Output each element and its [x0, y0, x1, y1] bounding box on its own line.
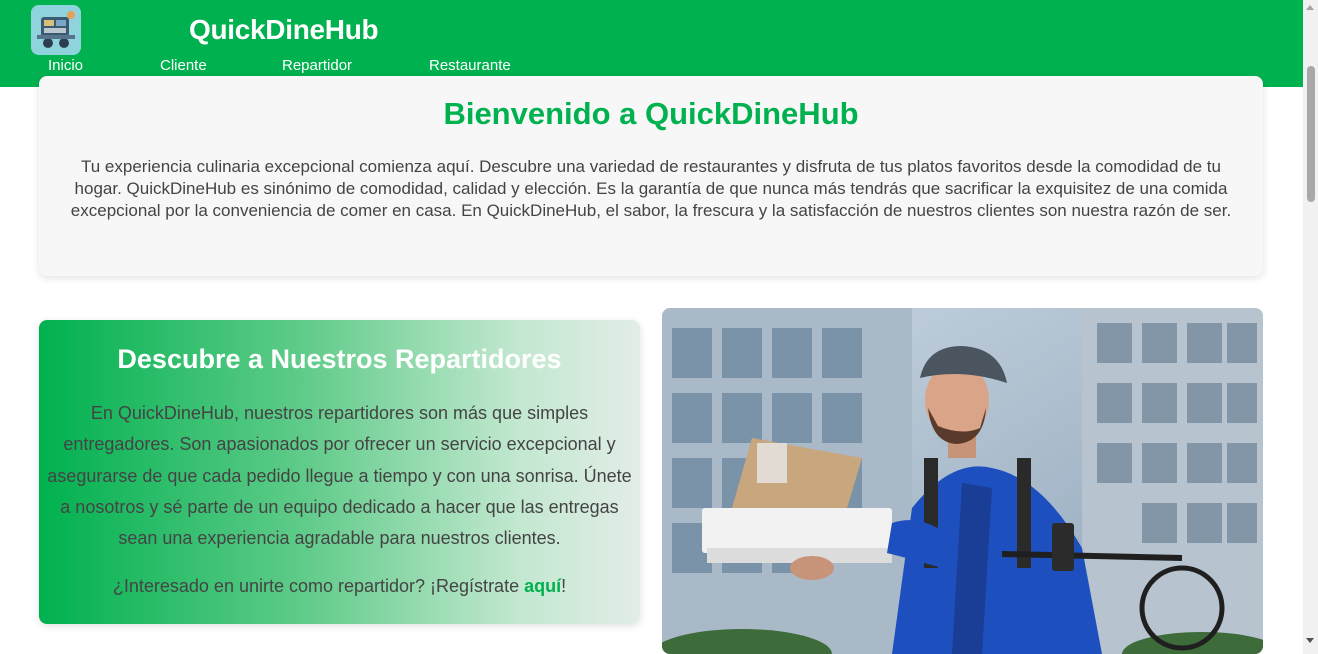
scroll-thumb[interactable] — [1307, 66, 1315, 202]
riders-title: Descubre a Nuestros Repartidores — [117, 344, 562, 374]
scroll-down-icon[interactable] — [1306, 638, 1314, 643]
riders-cta-prefix: ¿Interesado en unirte como repartidor? ¡… — [112, 576, 525, 596]
riders-card: Descubre a Nuestros Repartidores En Quic… — [39, 320, 640, 624]
top-navbar: QuickDineHub Inicio Cliente Repartidor R… — [0, 0, 1303, 87]
nav-inicio[interactable]: Inicio — [48, 57, 83, 74]
welcome-title: Bienvenido a QuickDineHub — [443, 96, 859, 131]
welcome-text: Tu experiencia culinaria excepcional com… — [70, 157, 1232, 220]
riders-description: En QuickDineHub, nuestros repartidores s… — [47, 403, 632, 549]
logo-icon[interactable] — [31, 5, 81, 55]
riders-cta-suffix: ! — [561, 576, 567, 596]
vertical-scrollbar[interactable] — [1303, 0, 1318, 654]
scroll-up-icon[interactable] — [1306, 5, 1314, 10]
nav-restaurante[interactable]: Restaurante — [429, 57, 511, 74]
nav-cliente[interactable]: Cliente — [160, 57, 207, 74]
register-link[interactable]: aquí — [524, 576, 561, 596]
brand-title: QuickDineHub — [189, 14, 379, 45]
welcome-card: Bienvenido a QuickDineHub Tu experiencia… — [39, 76, 1263, 276]
riders-cta: ¿Interesado en unirte como repartidor? ¡… — [39, 576, 640, 597]
nav-repartidor[interactable]: Repartidor — [282, 57, 352, 74]
delivery-rider-photo — [662, 308, 1263, 654]
